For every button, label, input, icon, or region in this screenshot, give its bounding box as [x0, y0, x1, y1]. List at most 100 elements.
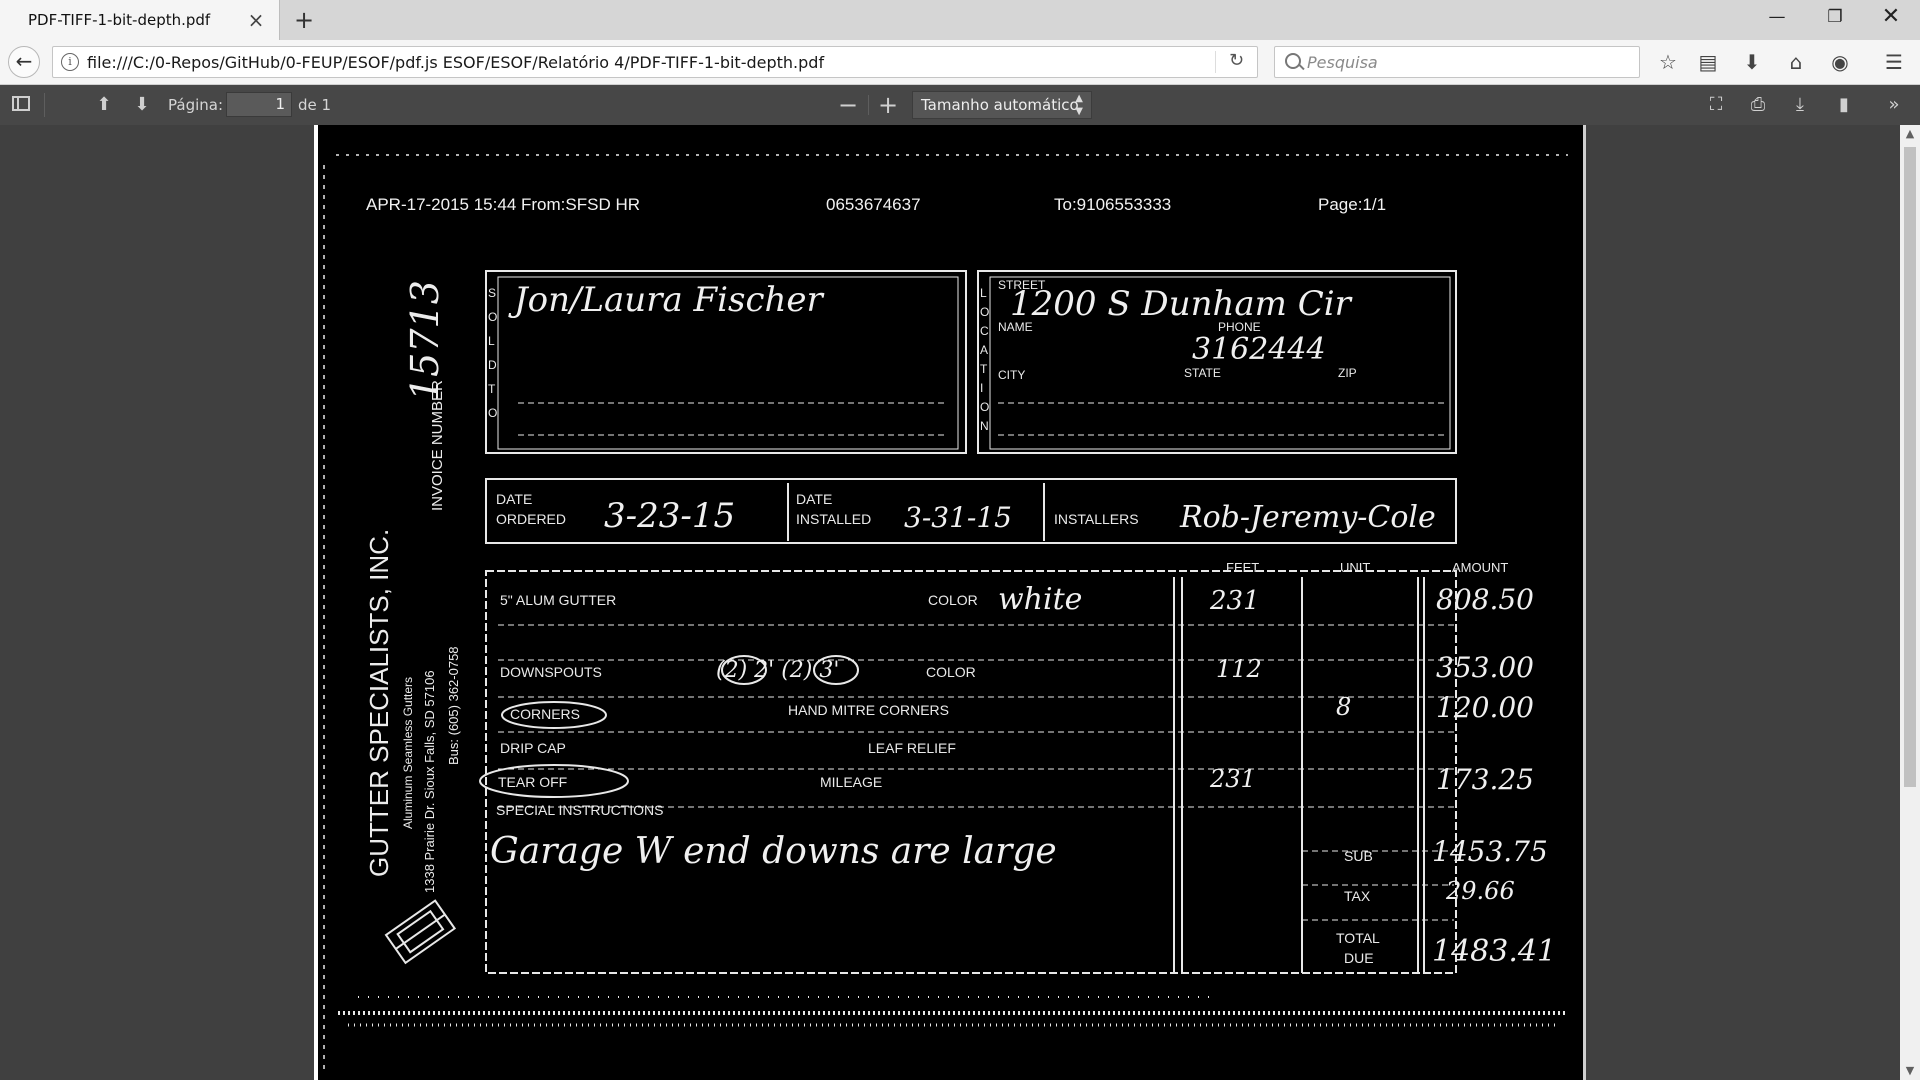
location-letter: O	[980, 400, 989, 414]
phone-value: 3162444	[1192, 332, 1326, 367]
invoice-number: 15713	[403, 280, 447, 401]
sub-value: 1453.75	[1432, 835, 1548, 868]
hand-mitre-label: HAND MITRE CORNERS	[788, 702, 949, 718]
home-icon[interactable]: ⌂	[1782, 48, 1810, 76]
fax-header-left: APR-17-2015 15:44 From:SFSD HR	[366, 195, 640, 214]
corners-unit: 8	[1336, 693, 1351, 721]
company-phone: Bus: (605) 362-0758	[446, 646, 461, 765]
scroll-up-icon[interactable]: ▲	[1900, 125, 1920, 143]
zoom-out-icon[interactable]: −	[834, 91, 862, 119]
vertical-scrollbar[interactable]: ▲ ▼	[1900, 125, 1920, 1080]
location-letter: T	[980, 362, 988, 376]
toolbar-separator	[44, 93, 45, 117]
corners-label: CORNERS	[510, 706, 580, 722]
color-label: COLOR	[928, 592, 978, 608]
fax-header-middle: 0653674637	[826, 195, 921, 214]
new-tab-button[interactable]: +	[290, 6, 318, 34]
gutter-label: 5" ALUM GUTTER	[500, 592, 616, 608]
minimize-icon[interactable]: —	[1754, 0, 1800, 36]
sidebar-toggle-icon[interactable]	[12, 96, 30, 111]
previous-page-icon[interactable]: ⬆	[90, 91, 118, 119]
download-icon[interactable]: ⤓	[1786, 91, 1814, 119]
fax-header-page: Page:1/1	[1318, 195, 1386, 214]
date-ordered-label: ORDERED	[496, 511, 566, 527]
scanned-invoice: APR-17-2015 15:44 From:SFSD HR 065367463…	[323, 154, 1568, 1075]
installers-value: Rob-Jeremy-Cole	[1179, 500, 1436, 535]
search-placeholder: Pesquisa	[1307, 53, 1378, 72]
sub-label: SUB	[1344, 848, 1373, 864]
gutter-feet: 231	[1209, 586, 1260, 616]
browser-tab-active[interactable]: PDF-TIFF-1-bit-depth.pdf ×	[0, 0, 280, 40]
restore-icon[interactable]: ❐	[1812, 0, 1858, 36]
location-letter: I	[980, 381, 983, 395]
sold-to-letter: T	[488, 382, 496, 396]
search-input[interactable]: Pesquisa	[1274, 46, 1640, 78]
bookmark-star-icon[interactable]: ☆	[1654, 48, 1682, 76]
zoom-in-icon[interactable]: +	[874, 91, 902, 119]
pdf-toolbar: ⬆ ⬇ Página: 1 de 1 − + Tamanho automátic…	[0, 85, 1920, 125]
tear-off-label: TEAR OFF	[498, 774, 567, 790]
reload-icon[interactable]: ↻	[1229, 50, 1244, 71]
zoom-separator	[868, 95, 869, 115]
menu-icon[interactable]: ☰	[1880, 48, 1908, 76]
info-icon[interactable]: i	[61, 53, 79, 71]
bookmarks-list-icon[interactable]: ▤	[1694, 48, 1722, 76]
zip-label: ZIP	[1338, 366, 1357, 380]
sold-to-letter: L	[488, 334, 495, 348]
fax-header-right: To:9106553333	[1054, 195, 1171, 214]
sold-to-letter: O	[488, 406, 497, 420]
total-due-label: DUE	[1344, 950, 1374, 966]
sold-to-letter: O	[488, 310, 497, 324]
pocket-icon[interactable]: ◉	[1826, 48, 1854, 76]
state-label: STATE	[1184, 366, 1221, 380]
location-letter: A	[980, 343, 988, 357]
company-address: 1338 Prairie Dr. Sioux Falls, SD 57106	[422, 670, 437, 893]
window-close-icon[interactable]: ✕	[1868, 0, 1914, 36]
tax-value: 29.66	[1445, 877, 1515, 905]
page-number-input[interactable]: 1	[226, 92, 292, 117]
sold-to-letter: S	[488, 286, 496, 300]
location-letter: O	[980, 305, 989, 319]
downspouts-color-label: COLOR	[926, 664, 976, 680]
date-installed-value: 3-31-15	[904, 501, 1012, 534]
zoom-value: Tamanho automático	[921, 96, 1079, 114]
color-value: white	[998, 582, 1082, 617]
print-icon[interactable]: ⎙	[1744, 91, 1772, 119]
amount-column-header: AMOUNT	[1452, 560, 1508, 575]
total-due-label: TOTAL	[1336, 930, 1380, 946]
date-installed-label: DATE	[796, 491, 832, 507]
tab-strip: PDF-TIFF-1-bit-depth.pdf × + — ❐ ✕	[0, 0, 1920, 40]
url-text[interactable]: file:///C:/0-Repos/GitHub/0-FEUP/ESOF/pd…	[87, 53, 824, 72]
sold-to-letter: D	[488, 358, 497, 372]
company-name: GUTTER SPECIALISTS, INC.	[364, 529, 394, 877]
tab-close-icon[interactable]: ×	[245, 9, 267, 31]
downspouts-label: DOWNSPOUTS	[500, 664, 602, 680]
installers-label: INSTALLERS	[1054, 511, 1139, 527]
bookmark-icon[interactable]: ▮	[1830, 91, 1858, 119]
date-ordered-label: DATE	[496, 491, 532, 507]
select-arrows-icon: ▲ ▼	[1075, 93, 1083, 117]
special-instructions-label: SPECIAL INSTRUCTIONS	[496, 802, 664, 818]
back-button[interactable]: ←	[8, 46, 40, 78]
tools-menu-icon[interactable]: »	[1880, 91, 1908, 119]
downloads-icon[interactable]: ⬇	[1738, 48, 1766, 76]
next-page-icon[interactable]: ⬇	[128, 91, 156, 119]
url-bar[interactable]: i file:///C:/0-Repos/GitHub/0-FEUP/ESOF/…	[52, 46, 1258, 78]
zoom-select[interactable]: Tamanho automático ▲ ▼	[912, 91, 1092, 119]
pdf-page: APR-17-2015 15:44 From:SFSD HR 065367463…	[314, 125, 1586, 1080]
scrollbar-thumb[interactable]	[1904, 147, 1916, 787]
navigation-bar: ← i file:///C:/0-Repos/GitHub/0-FEUP/ESO…	[0, 40, 1920, 85]
street-value: 1200 S Dunham Cir	[1010, 284, 1353, 324]
document-viewer[interactable]: APR-17-2015 15:44 From:SFSD HR 065367463…	[0, 125, 1900, 1080]
drip-cap-label: DRIP CAP	[500, 740, 566, 756]
downspouts-note: (2) 2' (2) 3'	[716, 658, 839, 683]
date-ordered-value: 3-23-15	[604, 496, 735, 536]
unit-column-header: UNIT	[1340, 560, 1370, 575]
presentation-mode-icon[interactable]: ⛶	[1702, 91, 1730, 119]
city-label: CITY	[998, 368, 1025, 382]
location-letter: L	[980, 286, 987, 300]
date-installed-label: INSTALLED	[796, 511, 871, 527]
scroll-down-icon[interactable]: ▼	[1900, 1062, 1920, 1080]
total-due-value: 1483.41	[1432, 934, 1556, 969]
sold-to-name: Jon/Laura Fischer	[508, 280, 825, 320]
